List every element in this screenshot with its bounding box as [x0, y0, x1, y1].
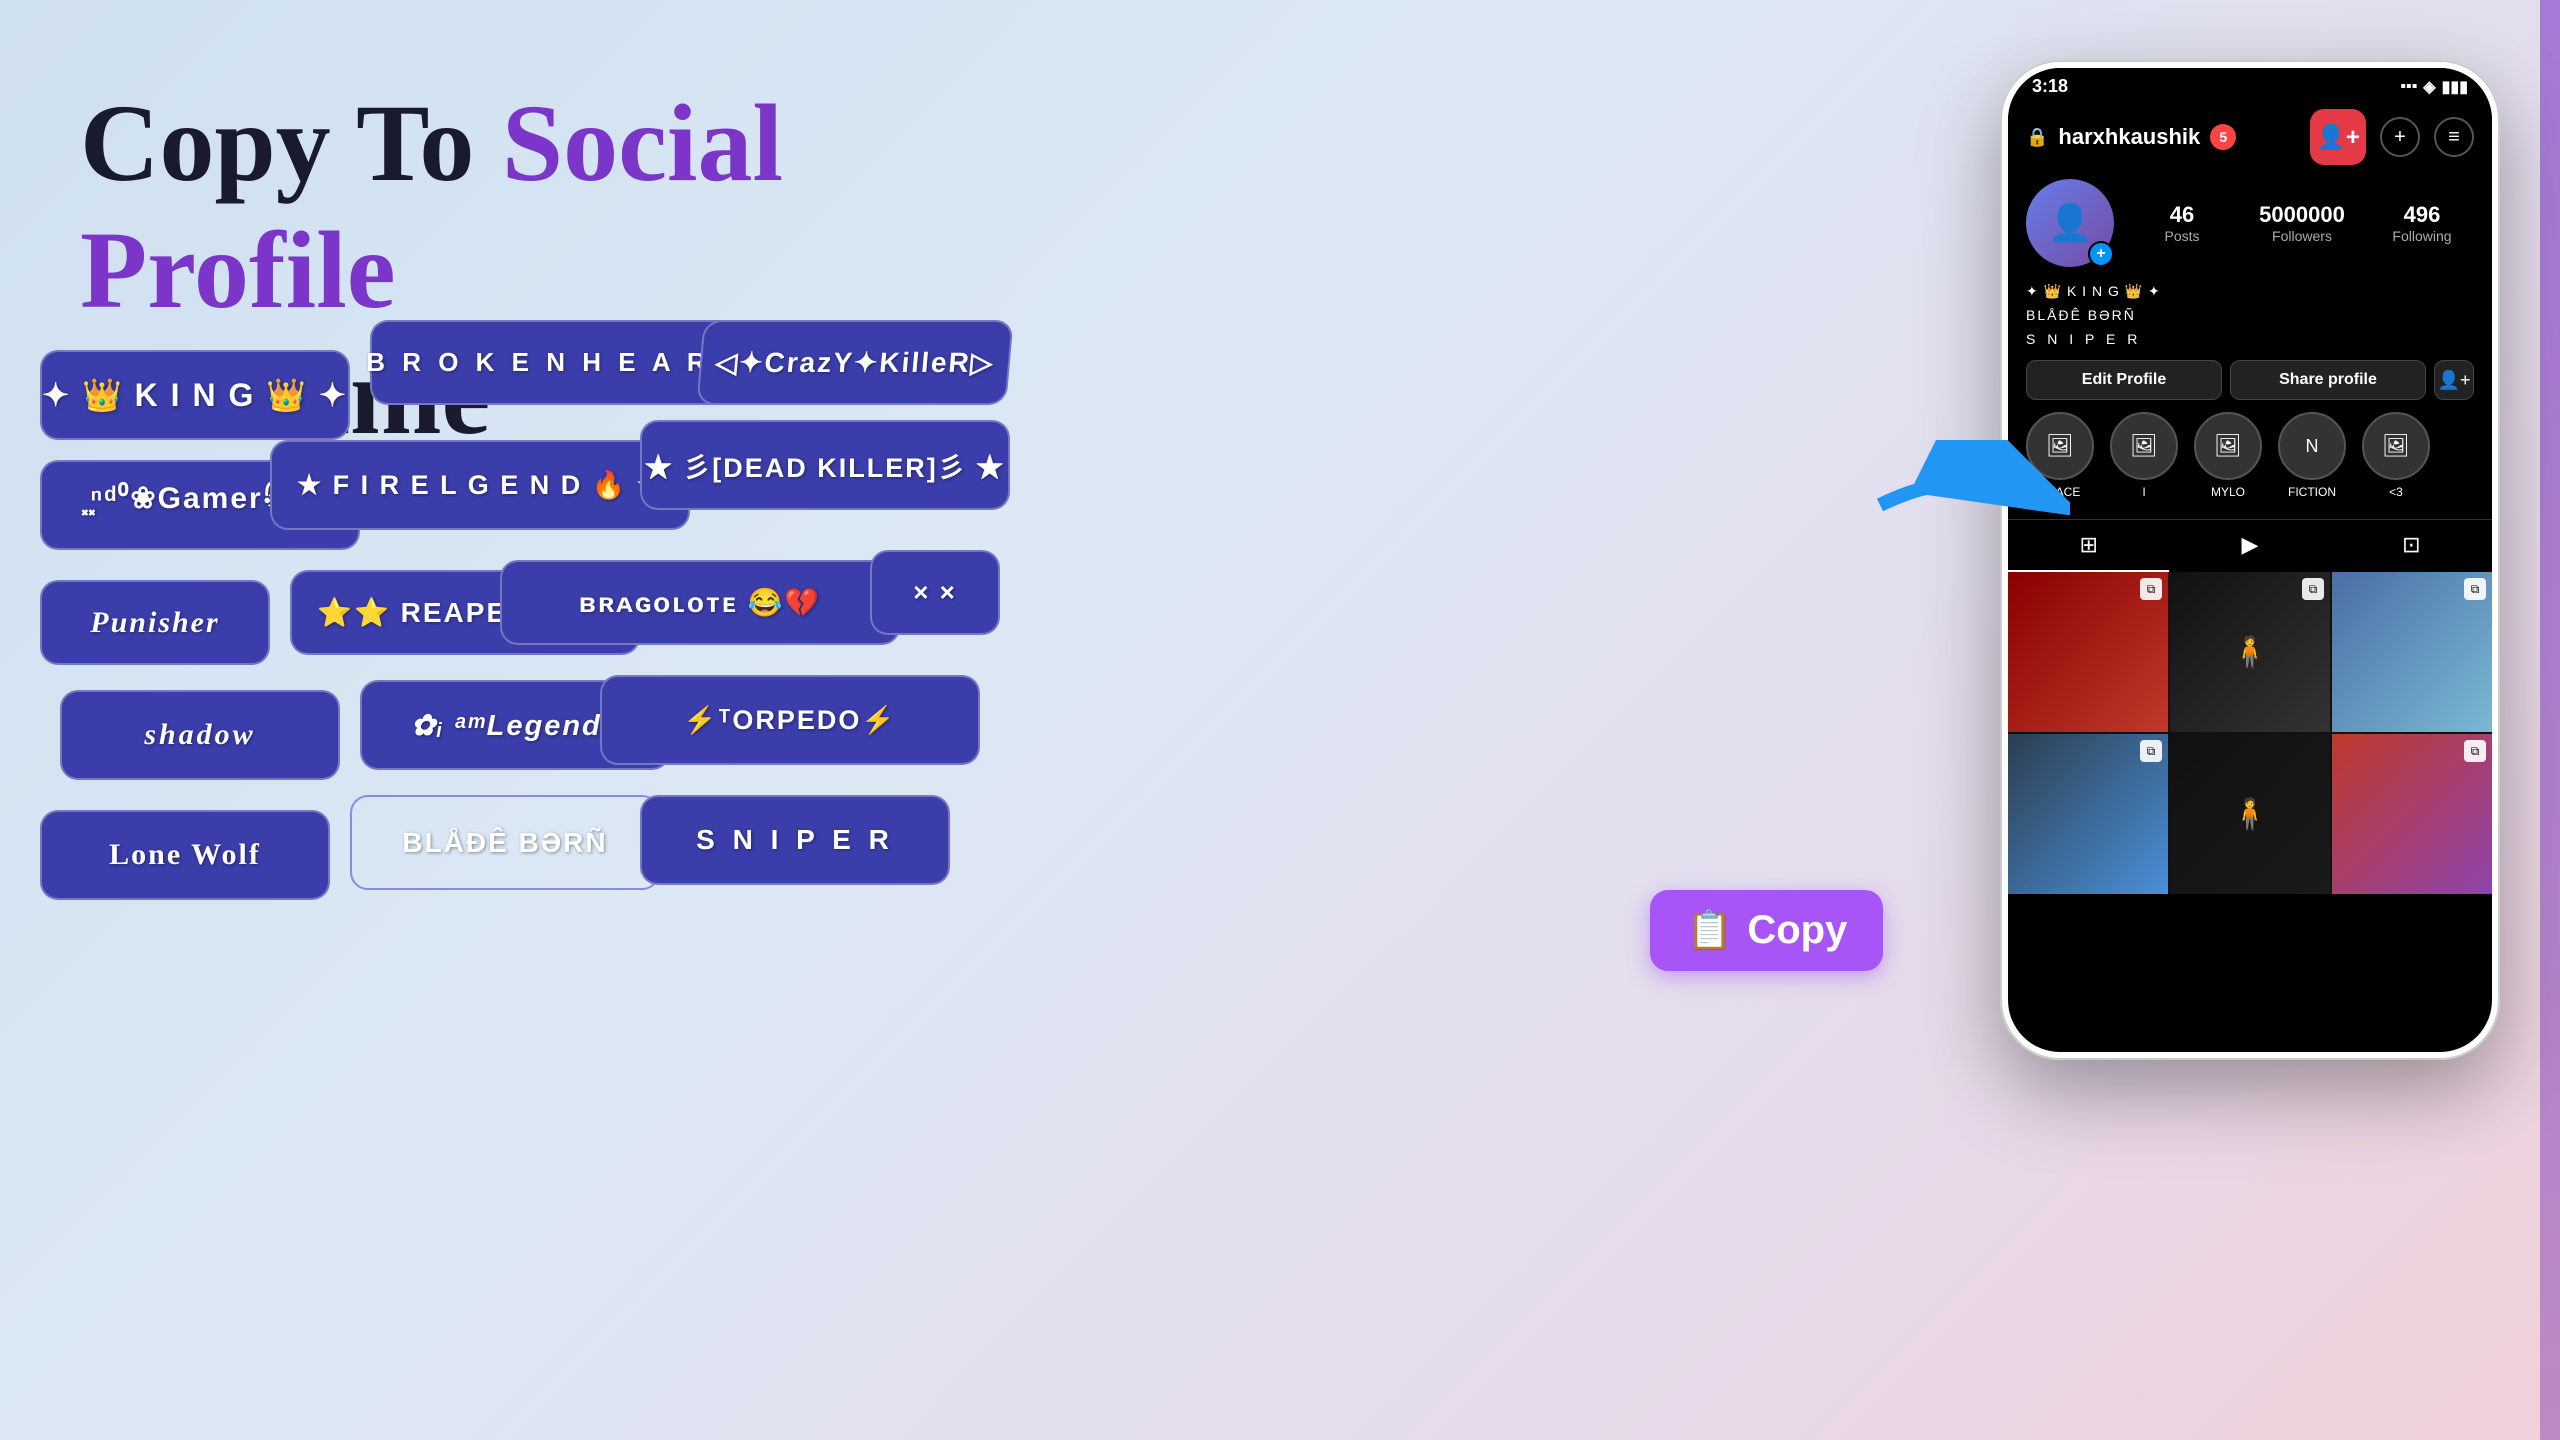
profile-tabs: ⊞ ▶ ⊡ — [2008, 519, 2492, 572]
post-thumb-1[interactable]: ⧉ — [2008, 572, 2168, 732]
card-blade-barn[interactable]: BLÅÐÊ BƏRÑ — [350, 795, 660, 890]
highlight-mylo[interactable]: 🖼 MYLO — [2194, 412, 2262, 499]
add-friend-button[interactable]: 👤+ — [2310, 109, 2366, 165]
bio-line-2: BLÅÐÊ BƏRÑ — [2026, 305, 2474, 326]
tab-tagged[interactable]: ⊡ — [2331, 520, 2492, 572]
card-drago[interactable]: ʙʀᴀɢᴏʟᴏᴛᴇ 😂💔 — [500, 560, 900, 645]
notif-count: 5 — [2219, 129, 2227, 145]
lock-icon: 🔒 — [2026, 127, 2048, 148]
cards-area: ✦ 👑 K I N G 👑 ✦ B R O K E N H E A R T ◁✦… — [20, 320, 980, 1320]
profile-header: 🔒 harxhkaushik 5 👤+ + — [2008, 101, 2492, 519]
multi-icon-2: ⧉ — [2302, 578, 2324, 600]
avatar-plus-button[interactable]: + — [2088, 241, 2114, 267]
copy-label: Copy — [1747, 908, 1847, 953]
highlight-label-i: I — [2142, 485, 2145, 499]
username-text[interactable]: harxhkaushik — [2058, 124, 2200, 150]
status-time: 3:18 — [2032, 76, 2068, 97]
highlight-circle-i: 🖼 — [2110, 412, 2178, 480]
top-icons: 👤+ + ≡ — [2310, 109, 2474, 165]
bio-line-3: S N I P E R — [2026, 329, 2474, 350]
battery-icon: ▮▮▮ — [2442, 77, 2468, 97]
highlight-circle-fiction: N — [2278, 412, 2346, 480]
card-crazy-killer[interactable]: ◁✦CrazY✦KilleR▷ — [696, 320, 1013, 405]
person-icon: 👤+ — [2438, 370, 2471, 391]
following-count: 496 — [2404, 202, 2441, 228]
card-king[interactable]: ✦ 👑 K I N G 👑 ✦ — [40, 350, 350, 440]
posts-count: 46 — [2170, 202, 2194, 228]
share-profile-button[interactable]: Share profile — [2230, 360, 2426, 400]
highlight-circle-mylo: 🖼 — [2194, 412, 2262, 480]
menu-icon: ≡ — [2448, 126, 2460, 149]
bio-section: ✦ 👑 K I N G 👑 ✦ BLÅÐÊ BƏRÑ S N I P E R — [2026, 281, 2474, 350]
highlight-heart[interactable]: 🖼 <3 — [2362, 412, 2430, 499]
stat-following[interactable]: 496 Following — [2370, 202, 2474, 244]
reels-icon: ▶ — [2242, 532, 2259, 558]
action-buttons: Edit Profile Share profile 👤+ — [2026, 360, 2474, 400]
card-lone-wolf[interactable]: Lone Wolf — [40, 810, 330, 900]
signal-icon: ▪▪▪ — [2400, 78, 2417, 96]
add-post-button[interactable]: + — [2380, 117, 2420, 157]
phone-screen: 3:18 ▪▪▪ ◈ ▮▮▮ 🔒 harxhkaushik 5 — [2008, 68, 2492, 1052]
card-punisher[interactable]: Punisher — [40, 580, 270, 665]
multi-icon-3: ⧉ — [2464, 578, 2486, 600]
phone-notch — [2170, 68, 2330, 104]
card-fire-legend[interactable]: ★ F I R E L G E N D 🔥 ★ — [270, 440, 690, 530]
menu-button[interactable]: ≡ — [2434, 117, 2474, 157]
blue-arrow — [1870, 440, 2070, 575]
person-button[interactable]: 👤+ — [2434, 360, 2474, 400]
avatar-wrapper: 👤 + — [2026, 179, 2114, 267]
add-friend-icon: 👤+ — [2316, 123, 2360, 152]
stats-row: 👤 + 46 Posts 5000000 Followers 496 F — [2026, 179, 2474, 267]
notification-badge: 5 — [2210, 124, 2236, 150]
stat-posts: 46 Posts — [2130, 202, 2234, 244]
profile-top-bar: 🔒 harxhkaushik 5 👤+ + — [2026, 109, 2474, 165]
card-dead-killer[interactable]: ★ 彡[DEAD KILLER]彡 ★ — [640, 420, 1010, 510]
phone-wrapper: 3:18 ▪▪▪ ◈ ▮▮▮ 🔒 harxhkaushik 5 — [2000, 60, 2500, 1380]
multi-icon-6: ⧉ — [2464, 740, 2486, 762]
card-shadow[interactable]: shadow — [60, 690, 340, 780]
post-thumb-5[interactable]: 🧍 — [2170, 734, 2330, 894]
following-label: Following — [2392, 228, 2451, 244]
post-thumb-4[interactable]: ⧉ — [2008, 734, 2168, 894]
highlight-circle-heart: 🖼 — [2362, 412, 2430, 480]
avatar-placeholder: 👤 — [2048, 202, 2093, 244]
card-xx[interactable]: × × — [870, 550, 1000, 635]
tab-reels[interactable]: ▶ — [2169, 520, 2330, 572]
card-broken-heart[interactable]: B R O K E N H E A R T — [370, 320, 740, 405]
highlight-label-heart: <3 — [2389, 485, 2403, 499]
status-icons: ▪▪▪ ◈ ▮▮▮ — [2400, 77, 2468, 97]
posts-label: Posts — [2164, 228, 2199, 244]
phone-device: 3:18 ▪▪▪ ◈ ▮▮▮ 🔒 harxhkaushik 5 — [2000, 60, 2500, 1060]
post-thumb-6[interactable]: ⧉ — [2332, 734, 2492, 894]
edit-profile-button[interactable]: Edit Profile — [2026, 360, 2222, 400]
copy-icon: 📋 — [1686, 909, 1733, 953]
purple-stripe — [2540, 0, 2560, 1440]
highlight-label-mylo: MYLO — [2211, 485, 2245, 499]
card-sniper[interactable]: S N I P E R — [640, 795, 950, 885]
tag-icon: ⊡ — [2402, 532, 2420, 558]
highlight-i[interactable]: 🖼 I — [2110, 412, 2178, 499]
grid-icon: ⊞ — [2079, 532, 2097, 558]
add-icon: + — [2394, 126, 2406, 149]
highlight-label-fiction: FICTION — [2288, 485, 2336, 499]
card-torpedo[interactable]: ⚡ᵀORPEDO⚡ — [600, 675, 980, 765]
followers-label: Followers — [2272, 228, 2332, 244]
headline-part1: Copy To — [80, 82, 502, 204]
highlights-row: 🖼 PEACE 🖼 I 🖼 MYLO — [2026, 412, 2474, 499]
username-row: 🔒 harxhkaushik 5 — [2026, 124, 2236, 150]
highlight-fiction[interactable]: N FICTION — [2278, 412, 2346, 499]
multi-icon-1: ⧉ — [2140, 578, 2162, 600]
post-thumb-2[interactable]: ⧉ 🧍 — [2170, 572, 2330, 732]
post-thumb-3[interactable]: ⧉ — [2332, 572, 2492, 732]
stat-followers[interactable]: 5000000 Followers — [2250, 202, 2354, 244]
wifi-icon: ◈ — [2423, 77, 2435, 97]
multi-icon-4: ⧉ — [2140, 740, 2162, 762]
bio-line-1: ✦ 👑 K I N G 👑 ✦ — [2026, 281, 2474, 302]
followers-count: 5000000 — [2259, 202, 2345, 228]
posts-grid: ⧉ ⧉ 🧍 ⧉ ⧉ 🧍 ⧉ — [2008, 572, 2492, 894]
